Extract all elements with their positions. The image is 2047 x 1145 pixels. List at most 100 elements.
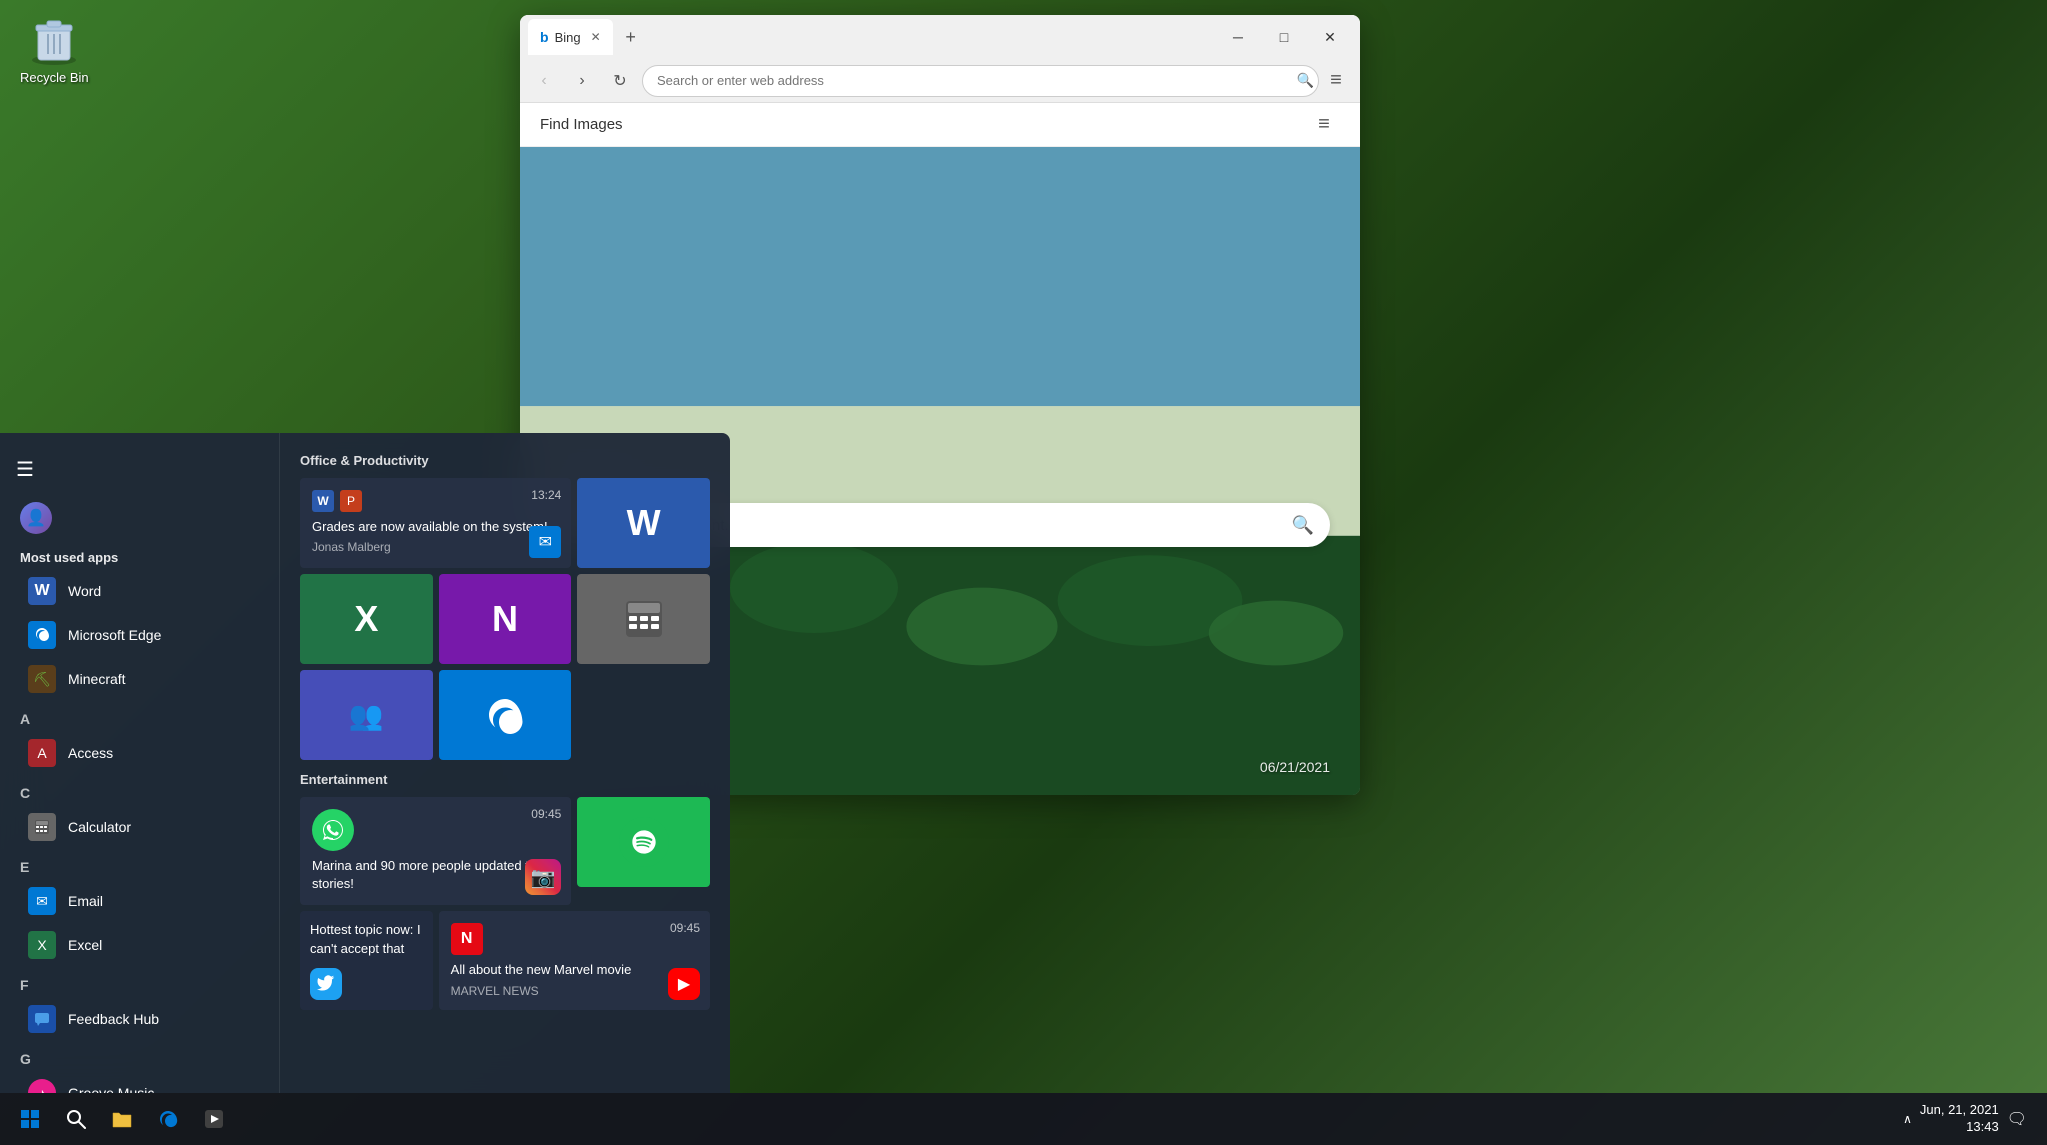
recycle-bin-icon (26, 10, 82, 66)
edge-tile-icon (485, 695, 525, 735)
recycle-bin[interactable]: Recycle Bin (20, 10, 89, 85)
instagram-icon-notif: 📷 (525, 859, 561, 895)
browser-subheader: Find Images ≡ (520, 103, 1360, 147)
office-section-title: Office & Productivity (300, 453, 710, 468)
netflix-icon: N (451, 923, 483, 955)
marvel-notification-tile[interactable]: 09:45 N All about the new Marvel movie M… (439, 911, 710, 1009)
maximize-button[interactable]: □ (1262, 21, 1306, 53)
user-avatar[interactable]: 👤 (20, 502, 52, 534)
whatsapp-notif-time: 09:45 (531, 807, 561, 821)
find-images-link[interactable]: Find Images (540, 116, 623, 133)
notif-apps: W P (312, 490, 559, 512)
hottest-topic-tile[interactable]: Hottest topic now: I can't accept that (300, 911, 433, 1009)
forward-button[interactable]: › (566, 65, 598, 97)
spotify-icon (619, 817, 669, 867)
minecraft-icon: ⛏ (28, 665, 56, 693)
notif-time: 13:24 (531, 488, 561, 502)
word-notif-icon: W (312, 490, 334, 512)
menu-toggle-button[interactable]: ☰ (0, 449, 279, 490)
start-button[interactable] (8, 1097, 52, 1141)
tab-strip: b Bing ✕ + (528, 19, 1204, 55)
new-tab-button[interactable]: + (617, 23, 645, 51)
spotify-tile[interactable] (577, 797, 710, 887)
calculator-tile[interactable] (577, 574, 710, 664)
access-label: Access (68, 745, 113, 761)
teams-tile-icon: 👥 (349, 699, 384, 732)
youtube-icon: ▶ (668, 968, 700, 1000)
browser-titlebar: b Bing ✕ + ─ □ ✕ (520, 15, 1360, 59)
taskbar-right: ∧ Jun, 21, 2021 13:43 🗨 (1903, 1102, 2039, 1136)
search-button[interactable] (54, 1097, 98, 1141)
edge-taskbar-button[interactable] (146, 1097, 190, 1141)
twitter-icon-sm (310, 968, 342, 1000)
marvel-time: 09:45 (670, 921, 700, 935)
address-bar[interactable] (642, 65, 1319, 97)
excel-icon: X (28, 931, 56, 959)
feedback-icon (28, 1005, 56, 1033)
app-item-email[interactable]: ✉ Email (8, 879, 271, 923)
tab-bing[interactable]: b Bing ✕ (528, 19, 613, 55)
whatsapp-notification-tile[interactable]: 09:45 Marina and 90 more people updated … (300, 797, 571, 905)
window-controls: ─ □ ✕ (1216, 21, 1352, 53)
datetime-display[interactable]: Jun, 21, 2021 13:43 (1920, 1102, 1999, 1136)
chevron-up-icon[interactable]: ∧ (1903, 1112, 1912, 1126)
close-button[interactable]: ✕ (1308, 21, 1352, 53)
app-item-edge[interactable]: Microsoft Edge (8, 613, 271, 657)
subheader-menu-button[interactable]: ≡ (1308, 109, 1340, 141)
app-item-feedback[interactable]: Feedback Hub (8, 997, 271, 1041)
alpha-a: A (0, 701, 279, 731)
back-button[interactable]: ‹ (528, 65, 560, 97)
alpha-e: E (0, 849, 279, 879)
file-explorer-button[interactable] (100, 1097, 144, 1141)
browser-menu-button[interactable]: ≡ (1320, 65, 1352, 97)
email-label: Email (68, 893, 103, 909)
notification-center-button[interactable]: 🗨 (2007, 1109, 2027, 1129)
email-icon: ✉ (28, 887, 56, 915)
teams-tile[interactable]: 👥 (300, 670, 433, 760)
excel-tile[interactable]: X (300, 574, 433, 664)
app-item-word[interactable]: W Word (8, 569, 271, 613)
notif-sender: Jonas Malberg (312, 540, 559, 554)
tray-icons: ∧ (1903, 1112, 1912, 1126)
instagram-icon: 📷 (525, 859, 561, 895)
marvel-source: MARVEL NEWS (451, 984, 698, 998)
app-item-access[interactable]: A Access (8, 731, 271, 775)
calculator-tile-icon (624, 599, 664, 639)
app-item-excel[interactable]: X Excel (8, 923, 271, 967)
alpha-g: G (0, 1041, 279, 1071)
edge-tile[interactable] (439, 670, 572, 760)
word-tile[interactable]: W (577, 478, 710, 568)
onenote-tile[interactable]: N (439, 574, 572, 664)
taskbar-date: Jun, 21, 2021 (1920, 1102, 1999, 1119)
access-icon: A (28, 739, 56, 767)
word-tile-icon: W (627, 502, 661, 544)
start-menu: ☰ 👤 Most used apps W Word Microsoft Edge (0, 433, 730, 1093)
entertainment-section-title: Entertainment (300, 772, 710, 787)
alpha-f: F (0, 967, 279, 997)
bing-date: 06/21/2021 (1260, 759, 1330, 775)
netflix-icon-row: N (451, 923, 698, 955)
entertainment-tiles-grid: 09:45 Marina and 90 more people updated … (300, 797, 710, 1010)
hottest-text: Hottest topic now: I can't accept that (310, 921, 423, 957)
tab-close-button[interactable]: ✕ (591, 30, 601, 44)
whatsapp-app-icons (312, 809, 559, 851)
onenote-tile-icon: N (492, 598, 518, 640)
office-tiles-grid: 13:24 W P Grades are now available on th… (300, 478, 710, 760)
marvel-text: All about the new Marvel movie (451, 961, 698, 979)
recycle-bin-label: Recycle Bin (20, 70, 89, 85)
app-item-minecraft[interactable]: ⛏ Minecraft (8, 657, 271, 701)
refresh-button[interactable]: ↻ (604, 65, 636, 97)
minimize-button[interactable]: ─ (1216, 21, 1260, 53)
tab-title: Bing (555, 30, 581, 45)
ppt-notif-icon: P (340, 490, 362, 512)
app-item-calculator[interactable]: Calculator (8, 805, 271, 849)
app-item-groove[interactable]: ♪ Groove Music (8, 1071, 271, 1093)
bing-favicon: b (540, 29, 549, 45)
notif-email-icon: ✉ (529, 526, 561, 558)
media-player-button[interactable] (192, 1097, 236, 1141)
office-notification-tile[interactable]: 13:24 W P Grades are now available on th… (300, 478, 571, 568)
feedback-label: Feedback Hub (68, 1011, 159, 1027)
groove-icon: ♪ (28, 1079, 56, 1093)
calculator-label: Calculator (68, 819, 131, 835)
edge-icon (28, 621, 56, 649)
